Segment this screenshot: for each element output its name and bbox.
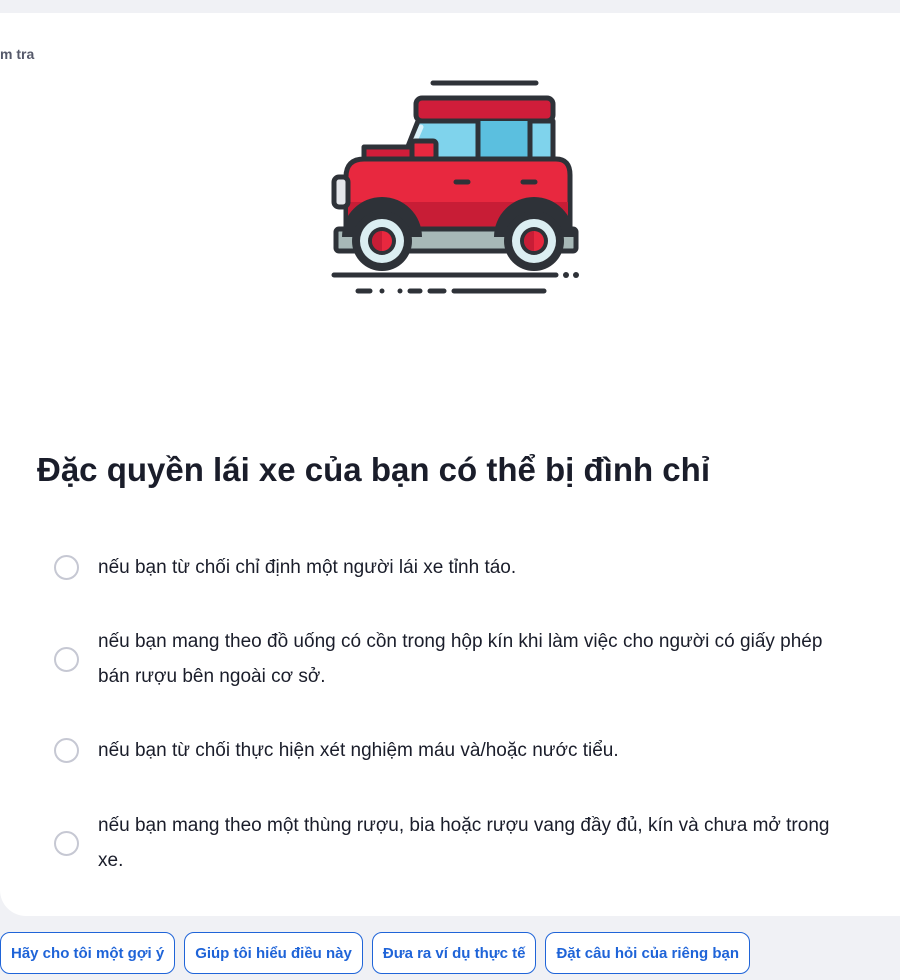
question-title: Đặc quyền lái xe của bạn có thể bị đình … bbox=[37, 451, 710, 488]
quiz-card: m tra Đặc quyền lái xe của bạn có thể bị… bbox=[0, 13, 900, 916]
explain-button[interactable]: Giúp tôi hiểu điều này bbox=[184, 932, 363, 974]
radio-button-3[interactable] bbox=[54, 738, 79, 763]
real-example-button[interactable]: Đưa ra ví dụ thực tế bbox=[371, 932, 537, 974]
answer-option-4-label: nếu bạn mang theo một thùng rượu, bia ho… bbox=[98, 815, 830, 871]
answer-option-2[interactable]: nếu bạn mang theo đồ uống có cồn trong h… bbox=[54, 624, 854, 694]
answer-option-1[interactable]: nếu bạn từ chối chỉ định một người lái x… bbox=[54, 550, 854, 585]
help-chip-row: Hãy cho tôi một gợi ý Giúp tôi hiểu điều… bbox=[0, 932, 759, 974]
answer-option-3-label: nếu bạn từ chối thực hiện xét nghiệm máu… bbox=[98, 740, 619, 761]
answer-option-1-label: nếu bạn từ chối chỉ định một người lái x… bbox=[98, 557, 517, 578]
radio-button-4[interactable] bbox=[54, 830, 79, 856]
radio-button-1[interactable] bbox=[54, 555, 79, 580]
answer-option-2-label: nếu bạn mang theo đồ uống có cồn trong h… bbox=[98, 631, 823, 687]
breadcrumb: m tra bbox=[0, 46, 35, 62]
answer-option-3[interactable]: nếu bạn từ chối thực hiện xét nghiệm máu… bbox=[54, 733, 854, 768]
hint-button[interactable]: Hãy cho tôi một gợi ý bbox=[0, 932, 176, 974]
answer-option-4[interactable]: nếu bạn mang theo một thùng rượu, bia ho… bbox=[54, 808, 854, 878]
radio-button-2[interactable] bbox=[54, 646, 79, 672]
jeep-car-icon bbox=[328, 77, 584, 297]
ask-own-question-button[interactable]: Đặt câu hỏi của riêng bạn bbox=[545, 932, 751, 974]
